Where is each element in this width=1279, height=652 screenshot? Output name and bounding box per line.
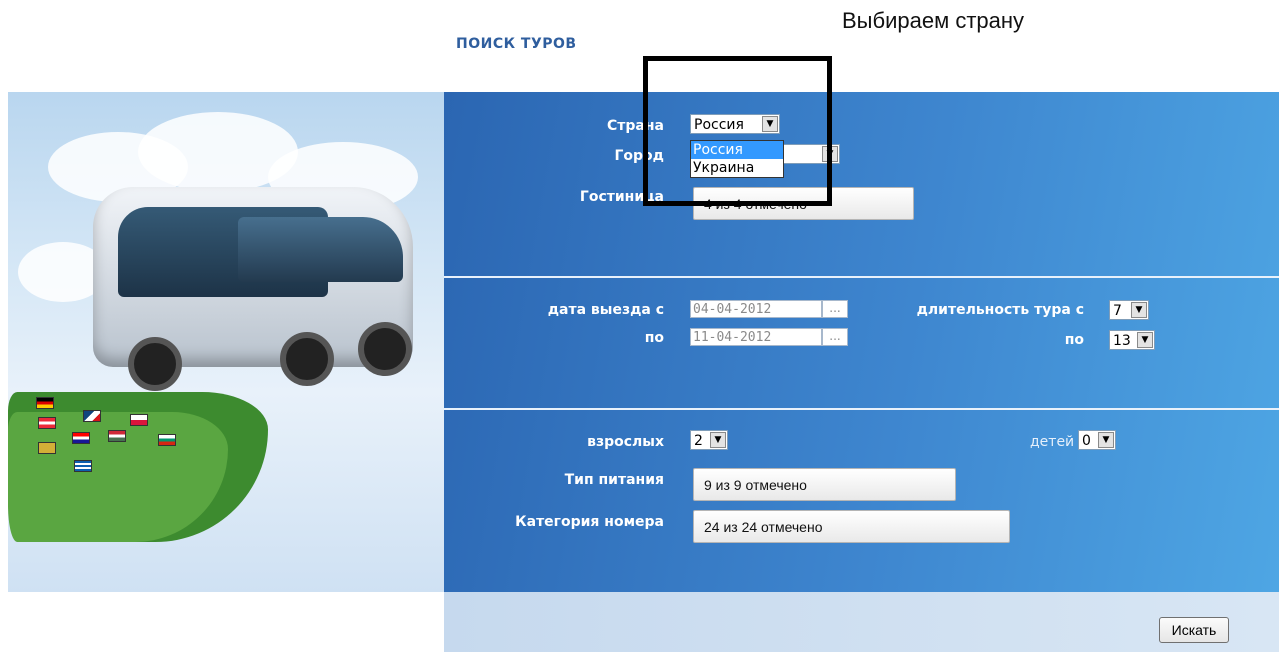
chevron-down-icon[interactable]: ▼ xyxy=(1098,432,1114,448)
annotation-highlight-box xyxy=(643,56,832,206)
bus-wheel-icon xyxy=(128,337,182,391)
chevron-down-icon[interactable]: ▼ xyxy=(710,432,726,448)
poland-flag-icon xyxy=(130,414,148,426)
page-title: ПОИСК ТУРОВ xyxy=(456,36,577,52)
austria-flag-icon xyxy=(38,417,56,429)
depart-to-input[interactable]: 11-04-2012 xyxy=(690,328,822,346)
adults-select[interactable]: 2 ▼ xyxy=(690,430,728,450)
search-form-panel: Страна Россия ▼ Город ▼ Россия Украина Г… xyxy=(444,92,1279,592)
depart-from-calendar-button[interactable]: ... xyxy=(822,300,848,318)
duration-to-label: по xyxy=(1064,332,1084,348)
bus-illustration xyxy=(8,92,444,592)
depart-to-calendar-button[interactable]: ... xyxy=(822,328,848,346)
germany-flag-icon xyxy=(36,397,54,409)
adults-value: 2 xyxy=(694,433,703,449)
children-value: 0 xyxy=(1082,433,1091,449)
children-select[interactable]: 0 ▼ xyxy=(1078,430,1116,450)
chevron-down-icon[interactable]: ▼ xyxy=(1137,332,1153,348)
hungary-flag-icon xyxy=(108,430,126,442)
search-button[interactable]: Искать xyxy=(1159,617,1229,643)
duration-to-select[interactable]: 13 ▼ xyxy=(1109,330,1155,350)
depart-from-input[interactable]: 04-04-2012 xyxy=(690,300,822,318)
duration-from-select[interactable]: 7 ▼ xyxy=(1109,300,1149,320)
adults-label: взрослых xyxy=(587,434,664,450)
meal-label: Тип питания xyxy=(564,472,664,488)
bus-side-windows xyxy=(238,217,403,282)
czech-flag-icon xyxy=(83,410,101,422)
bulgaria-flag-icon xyxy=(158,434,176,446)
annotation-caption: Выбираем страну xyxy=(842,8,1025,33)
room-multiselect-button[interactable]: 24 из 24 отмечено xyxy=(693,510,1010,543)
montenegro-flag-icon xyxy=(38,442,56,454)
duration-from-value: 7 xyxy=(1113,303,1122,319)
room-label: Категория номера xyxy=(515,514,664,530)
duration-from-label: длительность тура с xyxy=(916,302,1084,318)
meal-multiselect-button[interactable]: 9 из 9 отмечено xyxy=(693,468,956,501)
depart-to-label: по xyxy=(644,330,664,346)
section-divider xyxy=(444,276,1279,278)
form-footer xyxy=(444,592,1279,652)
croatia-flag-icon xyxy=(72,432,90,444)
depart-from-label: дата выезда с xyxy=(547,302,664,318)
section-divider xyxy=(444,408,1279,410)
duration-to-value: 13 xyxy=(1113,333,1131,349)
greece-flag-icon xyxy=(74,460,92,472)
bus-wheel-icon xyxy=(280,332,334,386)
children-label: детей xyxy=(1030,434,1075,450)
chevron-down-icon[interactable]: ▼ xyxy=(1131,302,1147,318)
bus-wheel-icon xyxy=(358,322,412,376)
